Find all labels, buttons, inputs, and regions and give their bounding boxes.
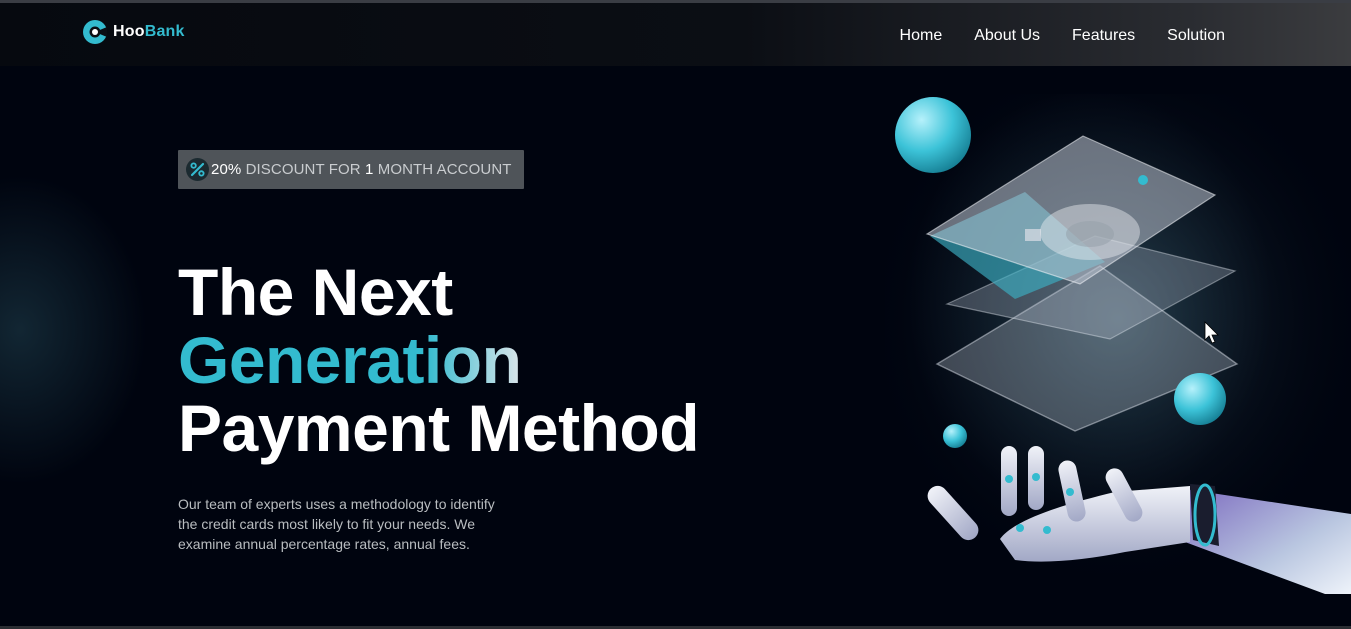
medium-sphere [1174,373,1226,425]
main-nav: Home About Us Features Solution [900,27,1225,45]
headline-line-1: The Next [178,255,453,329]
discount-text: 20% DISCOUNT FOR 1 MONTH ACCOUNT [211,161,512,178]
discount-label-part2: MONTH ACCOUNT [377,161,512,178]
hero-description: Our team of experts uses a methodology t… [178,496,495,552]
nav-solution-link[interactable]: Solution [1167,27,1225,45]
brand-logo[interactable]: HooBank [81,18,185,46]
hero-robot-hand-cards-illustration [885,94,1351,594]
discount-badge: 20% DISCOUNT FOR 1 MONTH ACCOUNT [178,150,524,189]
large-sphere [895,97,971,173]
nav-about-us-link[interactable]: About Us [974,27,1040,45]
headline-line-3: Payment Method [178,391,700,465]
headline-line-2: Generation [178,323,522,397]
hoobank-logo-icon [83,20,107,44]
nav-features-link[interactable]: Features [1072,27,1135,45]
nav-home-link[interactable]: Home [900,27,943,45]
discount-months: 1 [364,161,374,178]
discount-label-part1: DISCOUNT FOR [245,161,361,178]
brand-name: HooBank [113,23,185,40]
navbar: HooBank Home About Us Features Solution [0,3,1351,66]
discount-percent: 20% [211,161,242,178]
hero-headline: The Next Generation Payment Method [178,255,700,465]
percent-icon [186,158,209,181]
small-sphere [943,424,967,448]
